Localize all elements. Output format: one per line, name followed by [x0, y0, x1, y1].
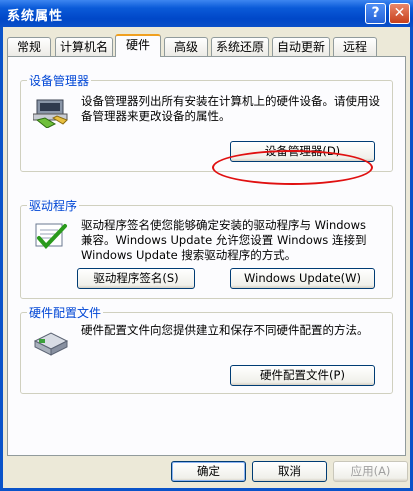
drivers-group-title: 驱动程序 — [27, 197, 80, 214]
device-manager-group-title: 设备管理器 — [27, 72, 92, 89]
hardware-profiles-group: 硬件配置文件 硬件配置文件向您提供建立和保存不同硬件配置的方法。 硬件配置文件(… — [20, 304, 393, 394]
tab-advanced[interactable]: 高级 — [164, 37, 208, 56]
dialog-body: 常规 计算机名 硬件 高级 系统还原 自动更新 远程 设备管理器 设备管理器列出… — [3, 27, 410, 488]
ok-button[interactable]: 确定 — [171, 461, 246, 482]
drivers-description: 驱动程序签名使您能够确定安装的驱动程序与 Windows 兼容。Windows … — [81, 218, 367, 262]
apply-button[interactable]: 应用(A) — [333, 461, 408, 482]
title-bar[interactable]: 系统属性 ? ✕ — [0, 0, 413, 27]
windows-update-button[interactable]: Windows Update(W) — [230, 268, 375, 289]
cancel-button[interactable]: 取消 — [252, 461, 327, 482]
hardware-tab-panel: 设备管理器 设备管理器列出所有安装在计算机上的硬件设备。请使用设备管理器来更改设… — [7, 56, 406, 456]
tab-remote[interactable]: 远程 — [333, 37, 377, 56]
tab-computer-name[interactable]: 计算机名 — [55, 37, 113, 56]
device-manager-description: 设备管理器列出所有安装在计算机上的硬件设备。请使用设备管理器来更改设备的属性。 — [81, 94, 380, 123]
hardware-profiles-icon — [33, 332, 69, 356]
hardware-profiles-button[interactable]: 硬件配置文件(P) — [230, 365, 375, 386]
hardware-profiles-group-title: 硬件配置文件 — [27, 304, 104, 321]
tab-automatic-updates[interactable]: 自动更新 — [272, 37, 330, 56]
driver-signing-icon — [35, 223, 67, 249]
tab-strip: 常规 计算机名 硬件 高级 系统还原 自动更新 远程 — [7, 34, 407, 57]
tab-general[interactable]: 常规 — [7, 37, 51, 56]
driver-signing-button[interactable]: 驱动程序签名(S) — [77, 268, 195, 289]
tab-system-restore[interactable]: 系统还原 — [211, 37, 269, 56]
window-title: 系统属性 — [7, 9, 64, 24]
dialog-footer: 确定 取消 应用(A) — [3, 456, 410, 488]
device-manager-icon — [33, 99, 68, 128]
close-button[interactable]: ✕ — [389, 3, 410, 24]
system-properties-window: 系统属性 ? ✕ 常规 计算机名 硬件 高级 系统还原 自动更新 远程 设备管理… — [0, 0, 413, 491]
drivers-group: 驱动程序 驱动程序签名使您能够确定安装的驱动程序与 Windows 兼容。Win… — [20, 197, 393, 299]
help-button[interactable]: ? — [365, 3, 386, 24]
hardware-profiles-description: 硬件配置文件向您提供建立和保存不同硬件配置的方法。 — [81, 323, 369, 337]
highlight-circle — [212, 150, 373, 185]
tab-hardware[interactable]: 硬件 — [115, 34, 161, 57]
